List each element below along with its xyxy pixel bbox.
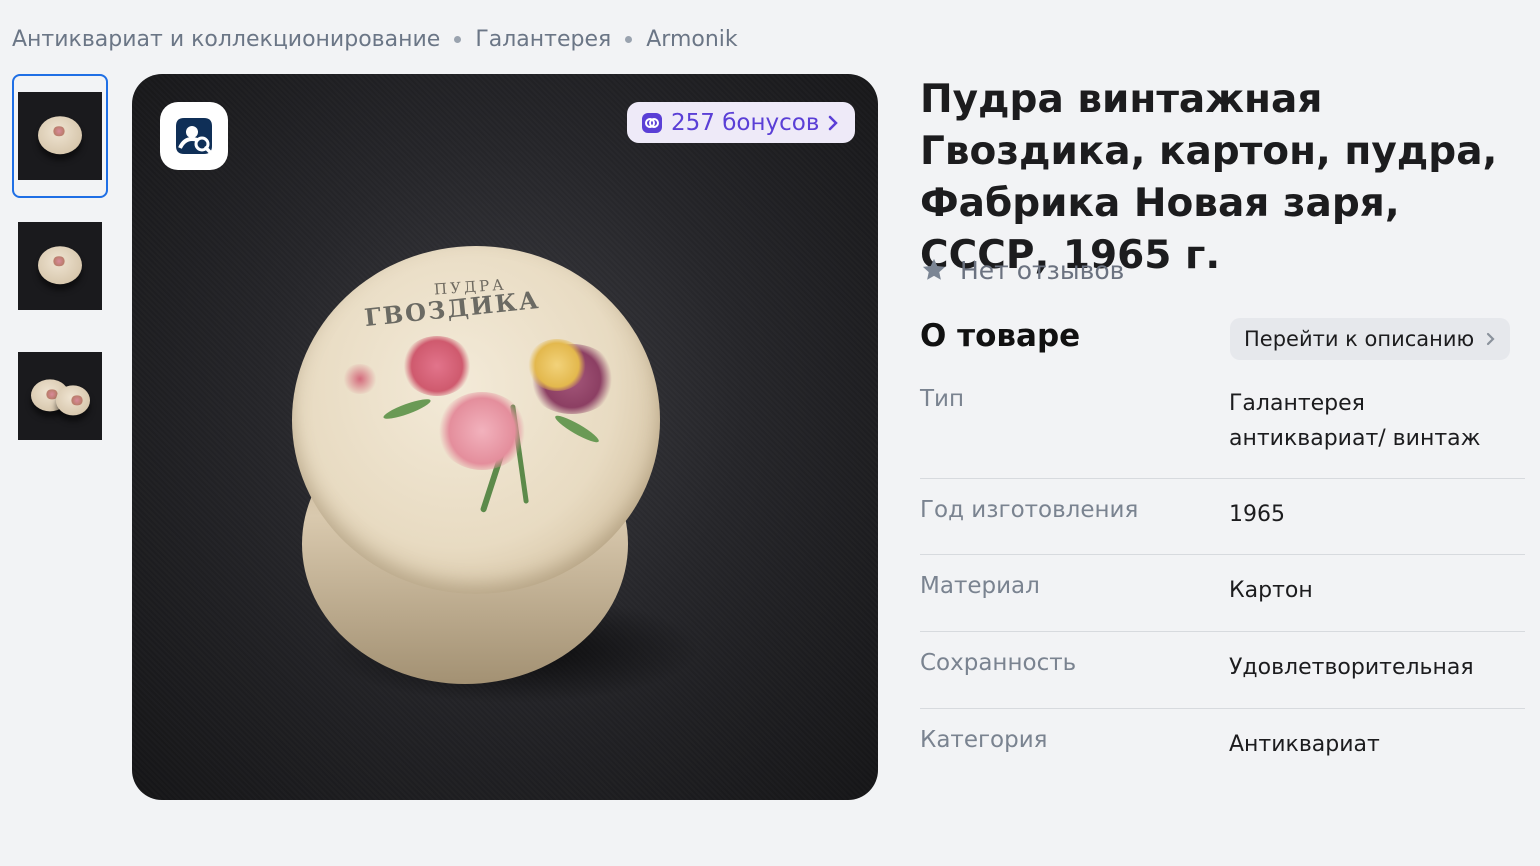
breadcrumb-separator — [454, 35, 462, 43]
spec-value: Удовлетворительная — [1229, 655, 1474, 680]
spec-row-category: Категория Антиквариат — [920, 709, 1525, 779]
breadcrumb-item-haberdashery[interactable]: Галантерея — [475, 27, 611, 52]
spec-value: Картон — [1229, 578, 1313, 603]
about-section-title: О товаре — [920, 318, 1081, 354]
chevron-right-icon — [1487, 332, 1495, 346]
goto-description-label: Перейти к описанию — [1244, 327, 1475, 351]
spec-row-material: Материал Картон — [920, 555, 1525, 632]
spec-row-type: Тип Галантерея антиквариат/ винтаж — [920, 380, 1525, 479]
reviews-summary[interactable]: Нет отзывов — [920, 252, 1124, 288]
thumbnail-1[interactable] — [12, 74, 108, 198]
spec-key: Сохранность — [920, 650, 1077, 676]
breadcrumb: Антиквариат и коллекционирование Галанте… — [12, 22, 738, 56]
spec-row-condition: Сохранность Удовлетворительная — [920, 632, 1525, 709]
spec-key: Год изготовления — [920, 497, 1139, 523]
product-title: Пудра винтажная Гвоздика, картон, пудра,… — [920, 77, 1498, 278]
spec-value: Галантерея антиквариат/ винтаж — [1229, 391, 1481, 451]
breadcrumb-item-antiques[interactable]: Антиквариат и коллекционирование — [12, 27, 440, 52]
goto-description-button[interactable]: Перейти к описанию — [1230, 318, 1511, 360]
spec-value: 1965 — [1229, 502, 1285, 527]
breadcrumb-separator — [625, 35, 633, 43]
bonus-coin-icon — [642, 112, 662, 133]
spec-key: Категория — [920, 727, 1048, 753]
thumbnail-2[interactable] — [12, 204, 108, 328]
thumbnail-3[interactable] — [12, 334, 108, 458]
bonus-label: 257 бонусов — [671, 109, 820, 136]
spec-value: Антиквариат — [1229, 732, 1380, 757]
main-product-image[interactable]: ПУДРА ГВОЗДИКА 257 бонусов — [132, 74, 878, 800]
spec-row-year: Год изготовления 1965 — [920, 479, 1525, 555]
reviews-label: Нет отзывов — [960, 255, 1125, 285]
bonus-badge[interactable]: 257 бонусов — [627, 102, 856, 143]
star-icon — [922, 258, 946, 280]
breadcrumb-item-seller[interactable]: Armonik — [646, 27, 737, 52]
spec-key: Тип — [920, 386, 965, 412]
thumbnail-list — [12, 74, 108, 464]
spec-table: Тип Галантерея антиквариат/ винтаж Год и… — [920, 380, 1525, 779]
visual-search-icon — [176, 118, 213, 155]
powder-box-front-photo — [18, 222, 102, 310]
visual-search-button[interactable] — [160, 102, 228, 170]
spec-key: Материал — [920, 573, 1040, 599]
powder-box-two-photo — [18, 352, 102, 440]
chevron-right-icon — [829, 115, 839, 130]
powder-box-top-photo — [18, 92, 102, 180]
